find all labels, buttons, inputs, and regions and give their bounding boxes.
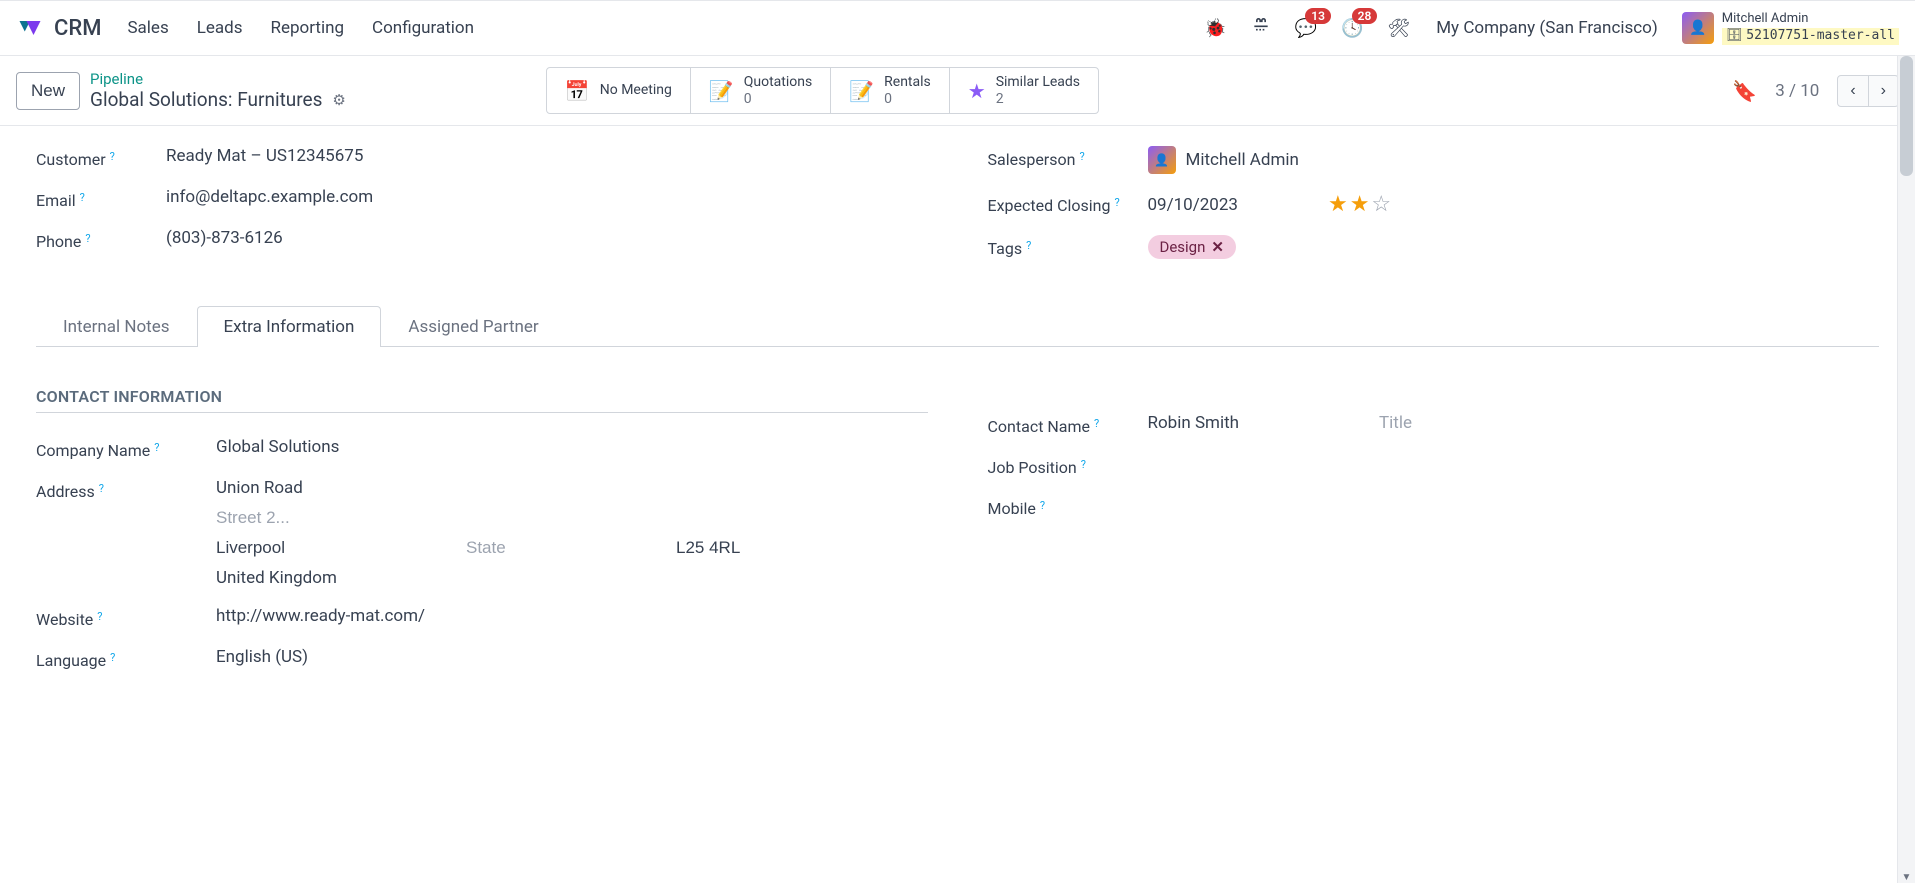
closing-value[interactable]: 09/10/2023 [1148,195,1238,215]
breadcrumb-link[interactable]: Pipeline [90,70,346,88]
scroll-down-icon[interactable]: ▼ [1898,872,1915,883]
db-badge: 🗄52107751-master-all [1722,28,1899,45]
help-icon[interactable]: ? [1114,196,1119,209]
website-value[interactable]: http://www.ready-mat.com/ [216,606,928,626]
stat-buttons: 📅 No Meeting 📝 Quotations 0 📝 Rentals 0 … [546,67,1099,115]
salesperson-label: Salesperson [988,150,1076,169]
help-icon[interactable]: ? [110,150,115,163]
tools-icon[interactable]: 🛠 [1387,18,1410,39]
tabs: Internal Notes Extra Information Assigne… [36,305,1879,347]
app-logo-icon [16,14,44,42]
edit-icon: 📝 [849,79,874,103]
stat-rentals[interactable]: 📝 Rentals 0 [831,68,950,114]
section-divider [36,412,928,413]
nav-reporting[interactable]: Reporting [271,18,345,38]
new-button[interactable]: New [16,72,80,110]
email-value[interactable]: info@deltapc.example.com [166,187,928,207]
user-block[interactable]: Mitchell Admin 🗄52107751-master-all [1722,11,1899,45]
tags-label: Tags [988,239,1023,258]
messages-badge: 13 [1305,8,1331,24]
control-bar: New Pipeline Global Solutions: Furniture… [0,56,1915,126]
pager-next-button[interactable]: › [1869,75,1899,107]
help-icon[interactable]: ? [97,610,102,623]
street2-input[interactable] [216,508,928,528]
stat-similar-leads[interactable]: ★ Similar Leads 2 [950,68,1098,114]
company-switcher[interactable]: My Company (San Francisco) [1436,18,1658,38]
nav-sales[interactable]: Sales [127,18,168,38]
salesperson-avatar: 👤 [1148,146,1176,174]
title-placeholder[interactable]: Title [1379,413,1412,433]
customer-label: Customer [36,150,106,169]
job-position-label: Job Position [988,458,1077,477]
tab-internal-notes[interactable]: Internal Notes [36,306,197,347]
website-label: Website [36,610,93,629]
nav-configuration[interactable]: Configuration [372,18,474,38]
activities-badge: 28 [1352,8,1378,24]
address-label: Address [36,482,95,501]
form-body: Customer? Ready Mat – US12345675 Email? … [0,126,1915,708]
messages-icon[interactable]: 💬13 [1295,18,1317,39]
language-label: Language [36,651,106,670]
email-label: Email [36,191,76,210]
user-avatar[interactable]: 👤 [1682,12,1714,44]
stat-quotations[interactable]: 📝 Quotations 0 [691,68,831,114]
page-counter[interactable]: 3 / 10 [1775,81,1819,101]
tab-extra-information[interactable]: Extra Information [197,306,382,347]
company-name-value[interactable]: Global Solutions [216,437,928,457]
help-icon[interactable]: ? [1094,417,1099,430]
scrollbar[interactable]: ▲ ▼ [1897,56,1915,883]
support-icon[interactable] [1251,18,1271,38]
help-icon[interactable]: ? [1079,150,1084,163]
zip-input[interactable] [676,538,796,558]
contact-name-label: Contact Name [988,417,1091,436]
help-icon[interactable]: ? [110,651,115,664]
help-icon[interactable]: ? [99,482,104,495]
mobile-label: Mobile [988,499,1036,518]
brand-label[interactable]: CRM [54,16,101,41]
customer-value[interactable]: Ready Mat – US12345675 [166,146,928,166]
state-input[interactable] [466,538,606,558]
country-input[interactable]: United Kingdom [216,568,928,588]
nav-leads[interactable]: Leads [197,18,243,38]
tag-remove-icon[interactable]: ✕ [1211,238,1224,256]
pager: 🔖 3 / 10 ‹ › [1732,75,1899,107]
help-icon[interactable]: ? [85,232,90,245]
help-icon[interactable]: ? [154,441,159,454]
language-value[interactable]: English (US) [216,647,928,667]
tab-assigned-partner[interactable]: Assigned Partner [381,306,565,347]
help-icon[interactable]: ? [1040,499,1045,512]
salesperson-value[interactable]: 👤 Mitchell Admin [1148,146,1880,174]
bookmark-icon[interactable]: 🔖 [1732,79,1757,103]
street1-input[interactable]: Union Road [216,478,928,498]
debug-icon[interactable]: 🐞 [1204,18,1226,39]
top-nav: CRM Sales Leads Reporting Configuration … [0,0,1915,56]
help-icon[interactable]: ? [1026,239,1031,252]
stat-meeting[interactable]: 📅 No Meeting [547,68,691,114]
tag-design[interactable]: Design ✕ [1148,235,1236,259]
edit-icon: 📝 [709,79,734,103]
activities-icon[interactable]: 🕓28 [1341,18,1363,39]
section-contact-info: CONTACT INFORMATION [36,387,928,406]
contact-name-value[interactable]: Robin Smith [1148,413,1240,433]
company-name-label: Company Name [36,441,150,460]
closing-label: Expected Closing [988,196,1111,215]
phone-label: Phone [36,232,81,251]
phone-value[interactable]: (803)-873-6126 [166,228,928,248]
pager-prev-button[interactable]: ‹ [1837,75,1868,107]
help-icon[interactable]: ? [80,191,85,204]
breadcrumb-title: Global Solutions: Furnitures [90,88,322,111]
user-name: Mitchell Admin [1722,11,1899,28]
help-icon[interactable]: ? [1081,458,1086,471]
priority-stars[interactable]: ★★☆ [1328,192,1393,217]
calendar-icon: 📅 [565,79,590,103]
settings-gear-icon[interactable]: ⚙ [332,91,345,109]
scrollbar-thumb[interactable] [1900,56,1913,176]
city-input[interactable] [216,538,396,558]
star-icon: ★ [968,79,986,103]
